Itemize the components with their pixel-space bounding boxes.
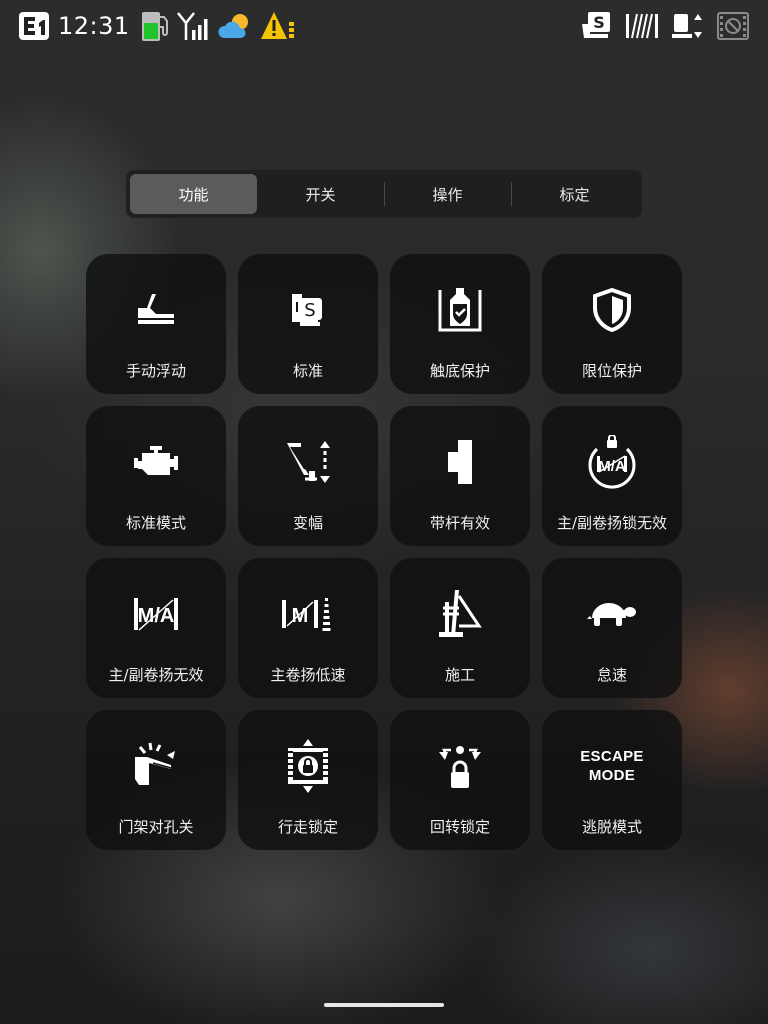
tile-label: 标准 (292, 362, 323, 380)
tile-label: 主/副卷扬无效 (108, 666, 204, 684)
bottom-protection-icon (430, 280, 490, 340)
tile-label: 门架对孔关 (118, 818, 194, 836)
tab-switch[interactable]: 开关 (257, 174, 384, 214)
escape-icon-text-1: ESCAPE (580, 748, 644, 765)
rod-valid-icon (430, 432, 490, 492)
hatched-bar-icon (624, 10, 660, 42)
tile-label: 变幅 (292, 514, 323, 532)
tile-label: 施工 (444, 666, 475, 684)
svg-text:S: S (593, 13, 605, 32)
clock: 12:31 (58, 12, 130, 40)
status-bar-left: 12:31 (18, 8, 296, 44)
home-indicator[interactable] (324, 1003, 444, 1007)
tab-operation[interactable]: 操作 (384, 174, 511, 214)
warning-icon (260, 10, 296, 42)
mast-alignment-off-icon (126, 736, 186, 796)
slew-lock-icon (430, 736, 490, 796)
tile-label: 主/副卷扬锁无效 (556, 514, 668, 532)
status-bar: 12:31 S (0, 0, 768, 52)
winch-lock-invalid-icon: M/A (582, 432, 642, 492)
limit-shield-icon (582, 280, 642, 340)
machine-updown-icon (670, 10, 706, 42)
tile-label: 怠速 (596, 666, 627, 684)
standard-seat-s-icon: S (278, 280, 338, 340)
travel-lock-button[interactable]: 行走锁定 (238, 710, 378, 850)
construction-button[interactable]: 施工 (390, 558, 530, 698)
engine-icon (126, 432, 186, 492)
idle-button[interactable]: 怠速 (542, 558, 682, 698)
construction-icon (430, 584, 490, 644)
tile-label: 触底保护 (429, 362, 490, 380)
luffing-button[interactable]: 变幅 (238, 406, 378, 546)
tile-label: 逃脱模式 (581, 818, 642, 836)
tile-label: 行走锁定 (277, 818, 338, 836)
standard-button[interactable]: S 标准 (238, 254, 378, 394)
e1-icon (18, 10, 50, 42)
limit-protection-button[interactable]: 限位保护 (542, 254, 682, 394)
fuel-gauge-icon (140, 9, 170, 43)
main-winch-low-speed-button[interactable]: M 主卷扬低速 (238, 558, 378, 698)
standard-mode-button[interactable]: 标准模式 (86, 406, 226, 546)
manual-float-button[interactable]: 手动浮动 (86, 254, 226, 394)
camera-disabled-icon (716, 10, 750, 42)
tab-calibration[interactable]: 标定 (511, 174, 638, 214)
tile-label: 回转锁定 (429, 818, 490, 836)
tile-label: 手动浮动 (125, 362, 186, 380)
seat-s-icon: S (580, 10, 614, 42)
tile-label: 主卷扬低速 (270, 666, 346, 684)
tile-label: 带杆有效 (429, 514, 490, 532)
mast-alignment-off-button[interactable]: 门架对孔关 (86, 710, 226, 850)
rod-valid-button[interactable]: 带杆有效 (390, 406, 530, 546)
status-bar-right: S (580, 8, 750, 44)
luffing-boom-icon (278, 432, 338, 492)
travel-lock-icon (278, 736, 338, 796)
winch-invalid-button[interactable]: M/A 主/副卷扬无效 (86, 558, 226, 698)
escape-mode-button[interactable]: ESCAPE MODE 逃脱模式 (542, 710, 682, 850)
signal-icon (176, 10, 212, 42)
winch-lock-invalid-button[interactable]: M/A 主/副卷扬锁无效 (542, 406, 682, 546)
tile-label: 限位保护 (581, 362, 642, 380)
winch-ma-invalid-icon: M/A (126, 584, 186, 644)
weather-cloud-sun-icon (218, 10, 254, 42)
svg-text:S: S (304, 300, 315, 321)
manual-float-icon (126, 280, 186, 340)
tile-label: 标准模式 (125, 514, 186, 532)
main-winch-low-speed-icon: M (278, 584, 338, 644)
tab-function[interactable]: 功能 (130, 174, 257, 214)
slew-lock-button[interactable]: 回转锁定 (390, 710, 530, 850)
escape-icon-text-2: MODE (588, 767, 636, 784)
bottom-protection-button[interactable]: 触底保护 (390, 254, 530, 394)
mode-tab-bar: 功能 开关 操作 标定 (126, 170, 642, 218)
turtle-idle-icon (582, 584, 642, 644)
escape-mode-icon: ESCAPE MODE (562, 736, 662, 796)
svg-text:M/A: M/A (598, 458, 626, 475)
